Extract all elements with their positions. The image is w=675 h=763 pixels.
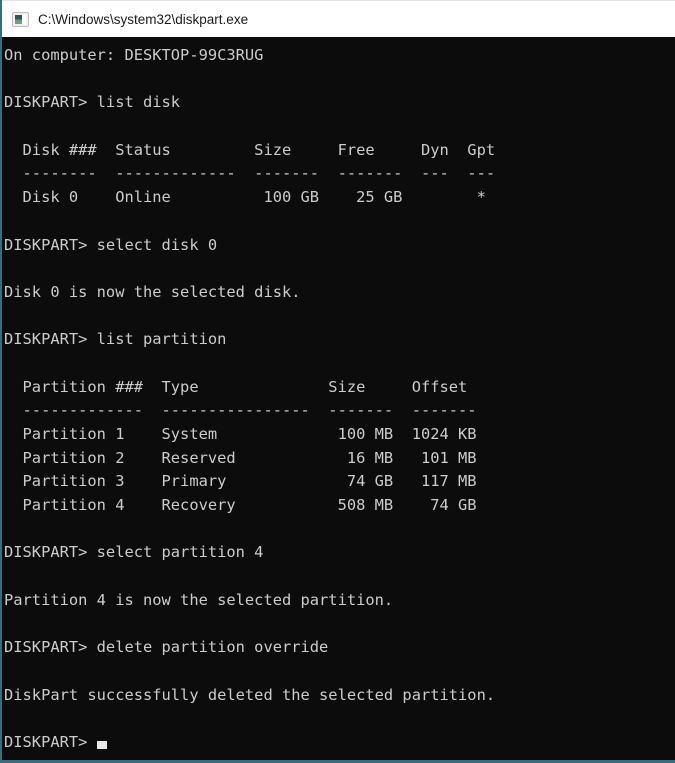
diskpart-console-window: C:\Windows\system32\diskpart.exe On comp… [0,0,675,763]
console-line: On computer: DESKTOP-99C3RUG [4,44,675,68]
console-line [4,68,675,92]
console-app-icon [12,12,29,27]
console-line: Partition 4 is now the selected partitio… [4,589,675,613]
console-line: DISKPART> select partition 4 [4,541,675,565]
console-app-icon-pane [15,15,22,24]
console-line: Partition 1 System 100 MB 1024 KB [4,423,675,447]
console-line [4,565,675,589]
console-line: -------- ------------- ------- ------- -… [4,162,675,186]
console-line: Partition 3 Primary 74 GB 117 MB [4,470,675,494]
console-line: Disk ### Status Size Free Dyn Gpt [4,139,675,163]
console-line: Partition 4 Recovery 508 MB 74 GB [4,494,675,518]
window-titlebar[interactable]: C:\Windows\system32\diskpart.exe [2,0,675,37]
console-line: ------------- ---------------- ------- -… [4,399,675,423]
console-line [4,613,675,637]
console-line: DISKPART> list disk [4,91,675,115]
console-line [4,352,675,376]
prompt-line: DISKPART> [4,731,675,755]
console-line [4,660,675,684]
window-title: C:\Windows\system32\diskpart.exe [38,12,248,27]
console-line: Disk 0 Online 100 GB 25 GB * [4,186,675,210]
console-line [4,305,675,329]
console-line [4,518,675,542]
console-line: DiskPart successfully deleted the select… [4,684,675,708]
console-line: Partition ### Type Size Offset [4,376,675,400]
console-line [4,115,675,139]
prompt-text: DISKPART> [4,733,97,751]
console-line [4,210,675,234]
console-line: DISKPART> list partition [4,328,675,352]
console-line: DISKPART> select disk 0 [4,234,675,258]
console-line: DISKPART> delete partition override [4,636,675,660]
console-line: Disk 0 is now the selected disk. [4,281,675,305]
console-line [4,257,675,281]
console-line [4,707,675,731]
text-cursor [97,741,107,749]
console-output[interactable]: On computer: DESKTOP-99C3RUG DISKPART> li… [2,37,675,760]
console-app-icon-pane [22,15,26,24]
console-line: Partition 2 Reserved 16 MB 101 MB [4,447,675,471]
